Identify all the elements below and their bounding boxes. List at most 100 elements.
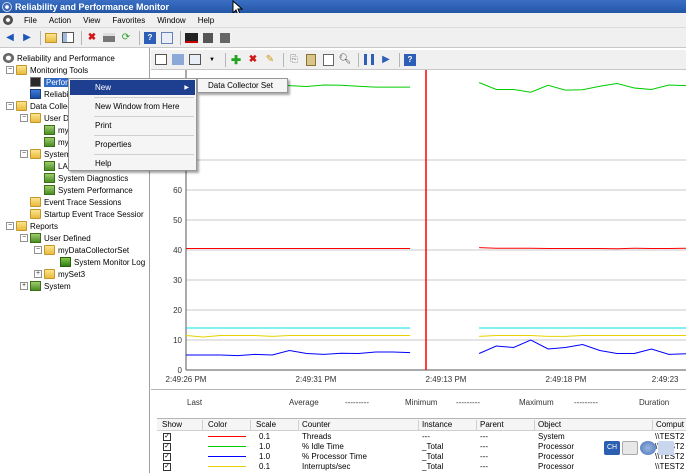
tree-node-reports-user-defined[interactable]: − User Defined	[20, 232, 91, 244]
y-tick-label: 60	[173, 186, 182, 195]
start-icon[interactable]	[201, 31, 215, 45]
line-chart: 7060504030201002:49:26 PM2:49:31 PM2:49:…	[166, 70, 686, 384]
tree-node-reports[interactable]: − Reports	[6, 220, 58, 232]
submenu-item-data-collector-set[interactable]: Data Collector Set	[197, 78, 288, 93]
tray-icon[interactable]	[640, 441, 656, 455]
column-header-color[interactable]: Color	[205, 420, 251, 430]
print-icon[interactable]	[102, 31, 116, 45]
help-icon[interactable]: ?	[403, 53, 417, 67]
menu-window[interactable]: Window	[151, 16, 191, 25]
performance-monitor-icon	[30, 77, 41, 87]
highlight-icon[interactable]: ✎	[263, 53, 277, 67]
scale-value: 1.0	[259, 452, 271, 461]
show-checkbox[interactable]: ✓	[163, 463, 171, 471]
status-icons: CH	[604, 441, 674, 455]
column-header-counter[interactable]: Counter	[299, 420, 419, 430]
tray-arrow-icon[interactable]	[658, 441, 674, 455]
folder-icon	[30, 149, 41, 159]
collapse-icon[interactable]: −	[6, 66, 14, 74]
input-method-icon[interactable]	[622, 441, 638, 455]
tree-node-reports-mydatacollectorset[interactable]: − myDataCollectorSet	[34, 244, 129, 256]
properties-icon[interactable]	[160, 31, 174, 45]
help-icon[interactable]: ?	[143, 31, 157, 45]
report-folder-icon	[30, 281, 41, 291]
up-folder-icon[interactable]	[44, 31, 58, 45]
collapse-icon[interactable]: −	[34, 246, 42, 254]
language-icon[interactable]: CH	[604, 441, 620, 455]
tree-label: System Diagnostics	[58, 173, 129, 183]
average-value: ---------	[345, 398, 369, 407]
column-header-object[interactable]: Object	[535, 420, 653, 430]
tree-node-system-diagnostics[interactable]: System Diagnostics	[44, 172, 128, 184]
collapse-icon[interactable]: −	[6, 222, 14, 230]
expand-icon[interactable]: +	[34, 270, 42, 278]
maximum-value: ---------	[574, 398, 598, 407]
counter-name: % Processor Time	[302, 452, 367, 461]
object-name: Processor	[538, 452, 575, 461]
context-menu-item-properties[interactable]: Properties	[70, 137, 195, 152]
tree-node-system-performance[interactable]: System Performance	[44, 184, 133, 196]
column-header-instance[interactable]: Instance	[419, 420, 477, 430]
toolbar-separator	[358, 52, 359, 67]
legend-header: Show Color Scale Counter Instance Parent…	[157, 419, 686, 431]
toolbar-separator	[180, 30, 181, 45]
collapse-icon[interactable]: −	[6, 102, 14, 110]
menu-separator	[94, 154, 194, 155]
context-menu-item-new[interactable]: New ▶	[70, 80, 195, 95]
tree-node-startup-trace[interactable]: Startup Event Trace Sessior	[30, 208, 144, 220]
column-header-scale[interactable]: Scale	[253, 420, 299, 430]
back-icon[interactable]: ◀	[3, 31, 17, 45]
tree-node-reports-system[interactable]: + System	[20, 280, 71, 292]
performance-graph[interactable]: 7060504030201002:49:26 PM2:49:31 PM2:49:…	[151, 70, 686, 389]
tree-node-monitoring-tools[interactable]: − Monitoring Tools	[6, 64, 88, 76]
collapse-icon[interactable]: −	[20, 234, 28, 242]
minimum-value: ---------	[456, 398, 480, 407]
show-checkbox[interactable]: ✓	[163, 433, 171, 441]
column-header-parent[interactable]: Parent	[477, 420, 535, 430]
context-menu-item-new-window[interactable]: New Window from Here	[70, 99, 195, 114]
menu-view[interactable]: View	[77, 16, 106, 25]
add-counter-icon[interactable]: ✚	[229, 53, 243, 67]
parent-name: ---	[480, 462, 488, 471]
menu-file[interactable]: File	[18, 16, 43, 25]
show-checkbox[interactable]: ✓	[163, 453, 171, 461]
expand-icon[interactable]: +	[20, 282, 28, 290]
context-menu-item-help[interactable]: Help	[70, 156, 195, 171]
tree-node-system-monitor-log[interactable]: System Monitor Log	[60, 256, 145, 268]
menu-help[interactable]: Help	[192, 16, 220, 25]
paste-counter-list-icon[interactable]	[304, 53, 318, 67]
tree-node-event-trace[interactable]: Event Trace Sessions	[30, 196, 121, 208]
refresh-icon[interactable]: ⟳	[119, 31, 133, 45]
show-hide-tree-icon[interactable]	[61, 31, 75, 45]
collapse-icon[interactable]: −	[20, 150, 28, 158]
copy-properties-icon[interactable]: ⎘	[287, 53, 301, 67]
menu-favorites[interactable]: Favorites	[106, 16, 151, 25]
view-log-data-icon[interactable]	[171, 53, 185, 67]
stop-icon[interactable]	[218, 31, 232, 45]
context-menu-item-print[interactable]: Print	[70, 118, 195, 133]
tree-node-reports-myset3[interactable]: + mySet3	[34, 268, 85, 280]
freeze-display-icon[interactable]	[362, 53, 376, 67]
update-data-icon[interactable]: ▶	[379, 53, 393, 67]
counter-name: Interrupts/sec	[302, 462, 351, 471]
duration-label: Duration	[639, 398, 670, 407]
zoom-icon[interactable]: 🔍︎	[338, 53, 352, 67]
view-graph-icon[interactable]	[154, 53, 168, 67]
change-graph-type-icon[interactable]	[188, 53, 202, 67]
tree-node-root[interactable]: Reliability and Performance	[3, 52, 115, 64]
properties-icon[interactable]	[321, 53, 335, 67]
dropdown-arrow-icon[interactable]: ▼	[205, 53, 219, 67]
show-checkbox[interactable]: ✓	[163, 443, 171, 451]
forward-icon[interactable]: ▶	[20, 31, 34, 45]
menu-action[interactable]: Action	[43, 16, 77, 25]
tree-node-system[interactable]: − System	[20, 148, 71, 160]
collapse-icon[interactable]: −	[20, 114, 28, 122]
legend-row[interactable]: ✓ 0.1 Interrupts/sec _Total --- Processor \\TE…	[157, 462, 686, 472]
delete-icon[interactable]: ✖	[85, 31, 99, 45]
delete-counter-icon[interactable]: ✖	[246, 53, 260, 67]
column-header-computer[interactable]: Comput	[653, 420, 686, 430]
monitor-icon[interactable]	[184, 31, 198, 45]
tree-label: System	[44, 149, 71, 159]
system-menu-icon[interactable]	[3, 15, 13, 25]
column-header-show[interactable]: Show	[159, 420, 203, 430]
